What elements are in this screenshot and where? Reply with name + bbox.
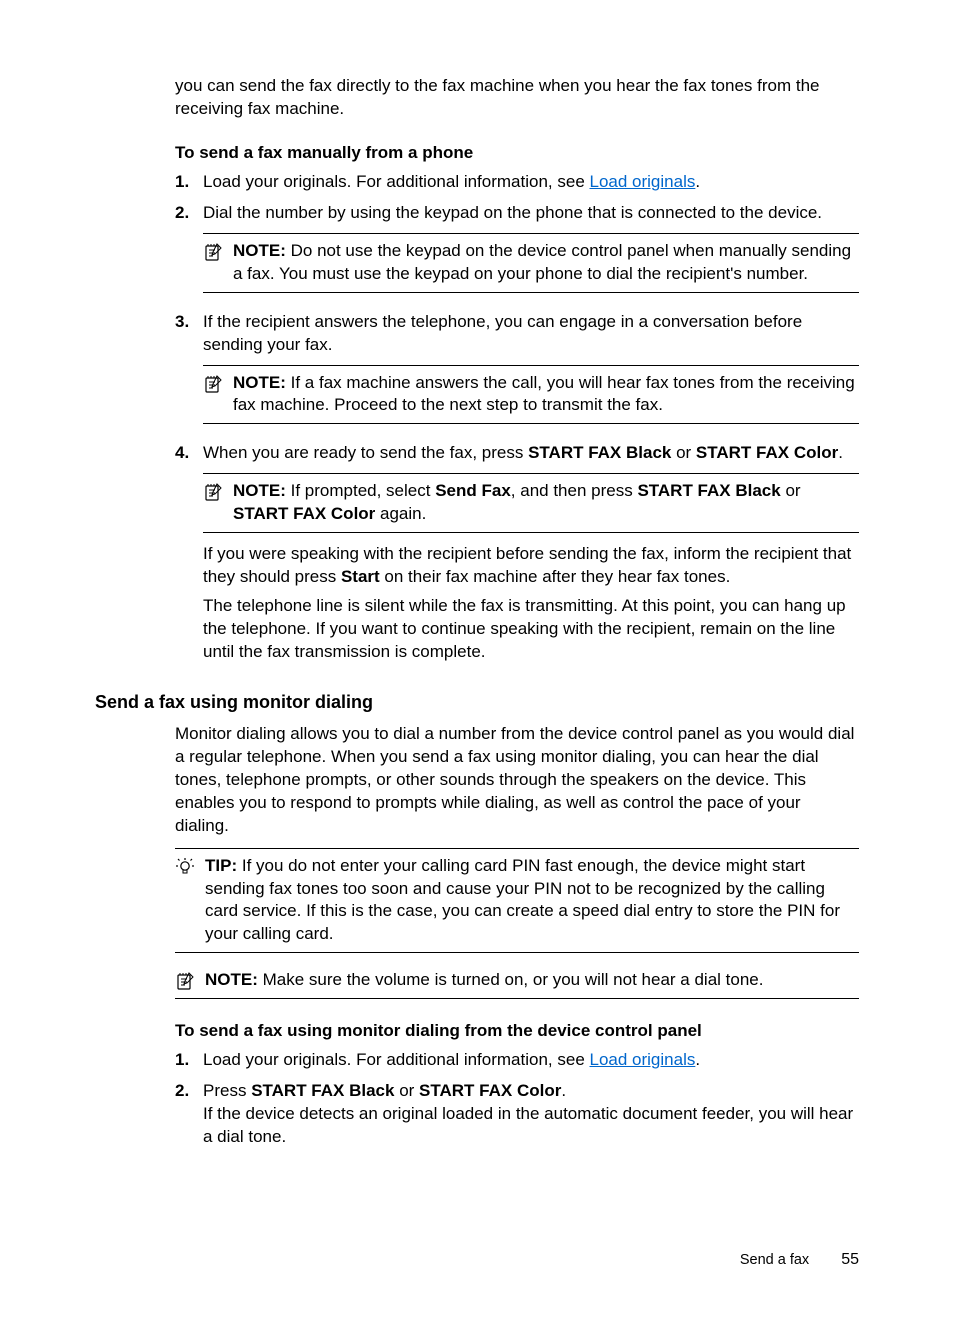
t: Press (203, 1081, 251, 1100)
step-text: Dial the number by using the keypad on t… (203, 202, 859, 225)
section-2-heading: Send a fax using monitor dialing (95, 692, 859, 713)
t: on their fax machine after they hear fax… (380, 567, 731, 586)
after-text-2: The telephone line is silent while the f… (203, 595, 859, 664)
note-callout: NOTE: If a fax machine answers the call,… (203, 365, 859, 425)
tip-text: If you do not enter your calling card PI… (205, 856, 840, 944)
step-number: 2. (175, 1080, 203, 1103)
note-text: Make sure the volume is turned on, or yo… (263, 970, 764, 989)
notepad-icon (175, 971, 195, 991)
bold: START FAX Black (637, 481, 780, 500)
note-callout: NOTE: If prompted, select Send Fax, and … (203, 473, 859, 533)
bold: START FAX Black (251, 1081, 394, 1100)
note-label: NOTE: (233, 481, 286, 500)
step-1: 1. Load your originals. For additional i… (175, 171, 859, 194)
t: When you are ready to send the fax, pres… (203, 443, 528, 462)
step-2: 2. Dial the number by using the keypad o… (175, 202, 859, 303)
page-number: 55 (841, 1251, 859, 1268)
t: again. (375, 504, 426, 523)
note-body: NOTE: Make sure the volume is turned on,… (205, 969, 859, 992)
tip-callout: TIP: If you do not enter your calling ca… (175, 848, 859, 954)
step-2: 2. Press START FAX Black or START FAX Co… (175, 1080, 859, 1149)
note-callout: NOTE: Make sure the volume is turned on,… (175, 963, 859, 999)
step-text: Press START FAX Black or START FAX Color… (203, 1080, 859, 1103)
step-after: If the device detects an original loaded… (203, 1103, 859, 1149)
procedure-1: 1. Load your originals. For additional i… (175, 171, 859, 664)
load-originals-link[interactable]: Load originals (590, 1050, 696, 1069)
step-body: Load your originals. For additional info… (203, 1049, 859, 1072)
section-2-intro: Monitor dialing allows you to dial a num… (175, 723, 859, 838)
note-body: NOTE: If prompted, select Send Fax, and … (233, 480, 859, 526)
note-text: Do not use the keypad on the device cont… (233, 241, 851, 283)
step-body: Press START FAX Black or START FAX Color… (203, 1080, 859, 1149)
step-text: When you are ready to send the fax, pres… (203, 442, 859, 465)
t: . (561, 1081, 566, 1100)
t: . (838, 443, 843, 462)
step-text: Load your originals. For additional info… (203, 172, 590, 191)
bold: Send Fax (435, 481, 511, 500)
tip-label: TIP: (205, 856, 237, 875)
note-label: NOTE: (233, 241, 286, 260)
t: or (671, 443, 696, 462)
lightbulb-icon (175, 857, 195, 877)
tip-body: TIP: If you do not enter your calling ca… (205, 855, 859, 947)
footer-section: Send a fax (740, 1252, 809, 1268)
note-icon (203, 372, 233, 394)
step-number: 2. (175, 202, 203, 225)
step-number: 3. (175, 311, 203, 334)
notepad-icon (203, 482, 223, 502)
step-4: 4. When you are ready to send the fax, p… (175, 442, 859, 664)
note-body: NOTE: If a fax machine answers the call,… (233, 372, 859, 418)
step-text: If the recipient answers the telephone, … (203, 311, 859, 357)
step-body: If the recipient answers the telephone, … (203, 311, 859, 435)
bold: START FAX Color (419, 1081, 561, 1100)
after-text: If you were speaking with the recipient … (203, 543, 859, 589)
step-body: Load your originals. For additional info… (203, 171, 859, 194)
intro-paragraph: you can send the fax directly to the fax… (175, 75, 859, 121)
step-text: Load your originals. For additional info… (203, 1050, 590, 1069)
page: you can send the fax directly to the fax… (0, 0, 954, 1321)
step-1: 1. Load your originals. For additional i… (175, 1049, 859, 1072)
t: or (394, 1081, 419, 1100)
step-body: When you are ready to send the fax, pres… (203, 442, 859, 664)
note-label: NOTE: (205, 970, 258, 989)
step-number: 4. (175, 442, 203, 465)
step-number: 1. (175, 171, 203, 194)
t: If prompted, select (291, 481, 436, 500)
procedure-2: 1. Load your originals. For additional i… (175, 1049, 859, 1149)
load-originals-link[interactable]: Load originals (590, 172, 696, 191)
step-text-end: . (695, 1050, 700, 1069)
note-icon (175, 969, 205, 991)
notepad-icon (203, 374, 223, 394)
section-1-heading: To send a fax manually from a phone (175, 143, 859, 163)
tip-icon (175, 855, 205, 877)
step-number: 1. (175, 1049, 203, 1072)
step-3: 3. If the recipient answers the telephon… (175, 311, 859, 435)
section-2-subheading: To send a fax using monitor dialing from… (175, 1021, 859, 1041)
bold: START FAX Color (696, 443, 838, 462)
notepad-icon (203, 242, 223, 262)
t: or (781, 481, 801, 500)
bold: Start (341, 567, 380, 586)
step-text-end: . (695, 172, 700, 191)
note-icon (203, 480, 233, 502)
bold: START FAX Black (528, 443, 671, 462)
t: , and then press (511, 481, 638, 500)
bold: START FAX Color (233, 504, 375, 523)
footer: Send a fax 55 (740, 1251, 859, 1269)
step-body: Dial the number by using the keypad on t… (203, 202, 859, 303)
note-text: If a fax machine answers the call, you w… (233, 373, 855, 415)
note-label: NOTE: (233, 373, 286, 392)
note-body: NOTE: Do not use the keypad on the devic… (233, 240, 859, 286)
note-callout: NOTE: Do not use the keypad on the devic… (203, 233, 859, 293)
note-icon (203, 240, 233, 262)
